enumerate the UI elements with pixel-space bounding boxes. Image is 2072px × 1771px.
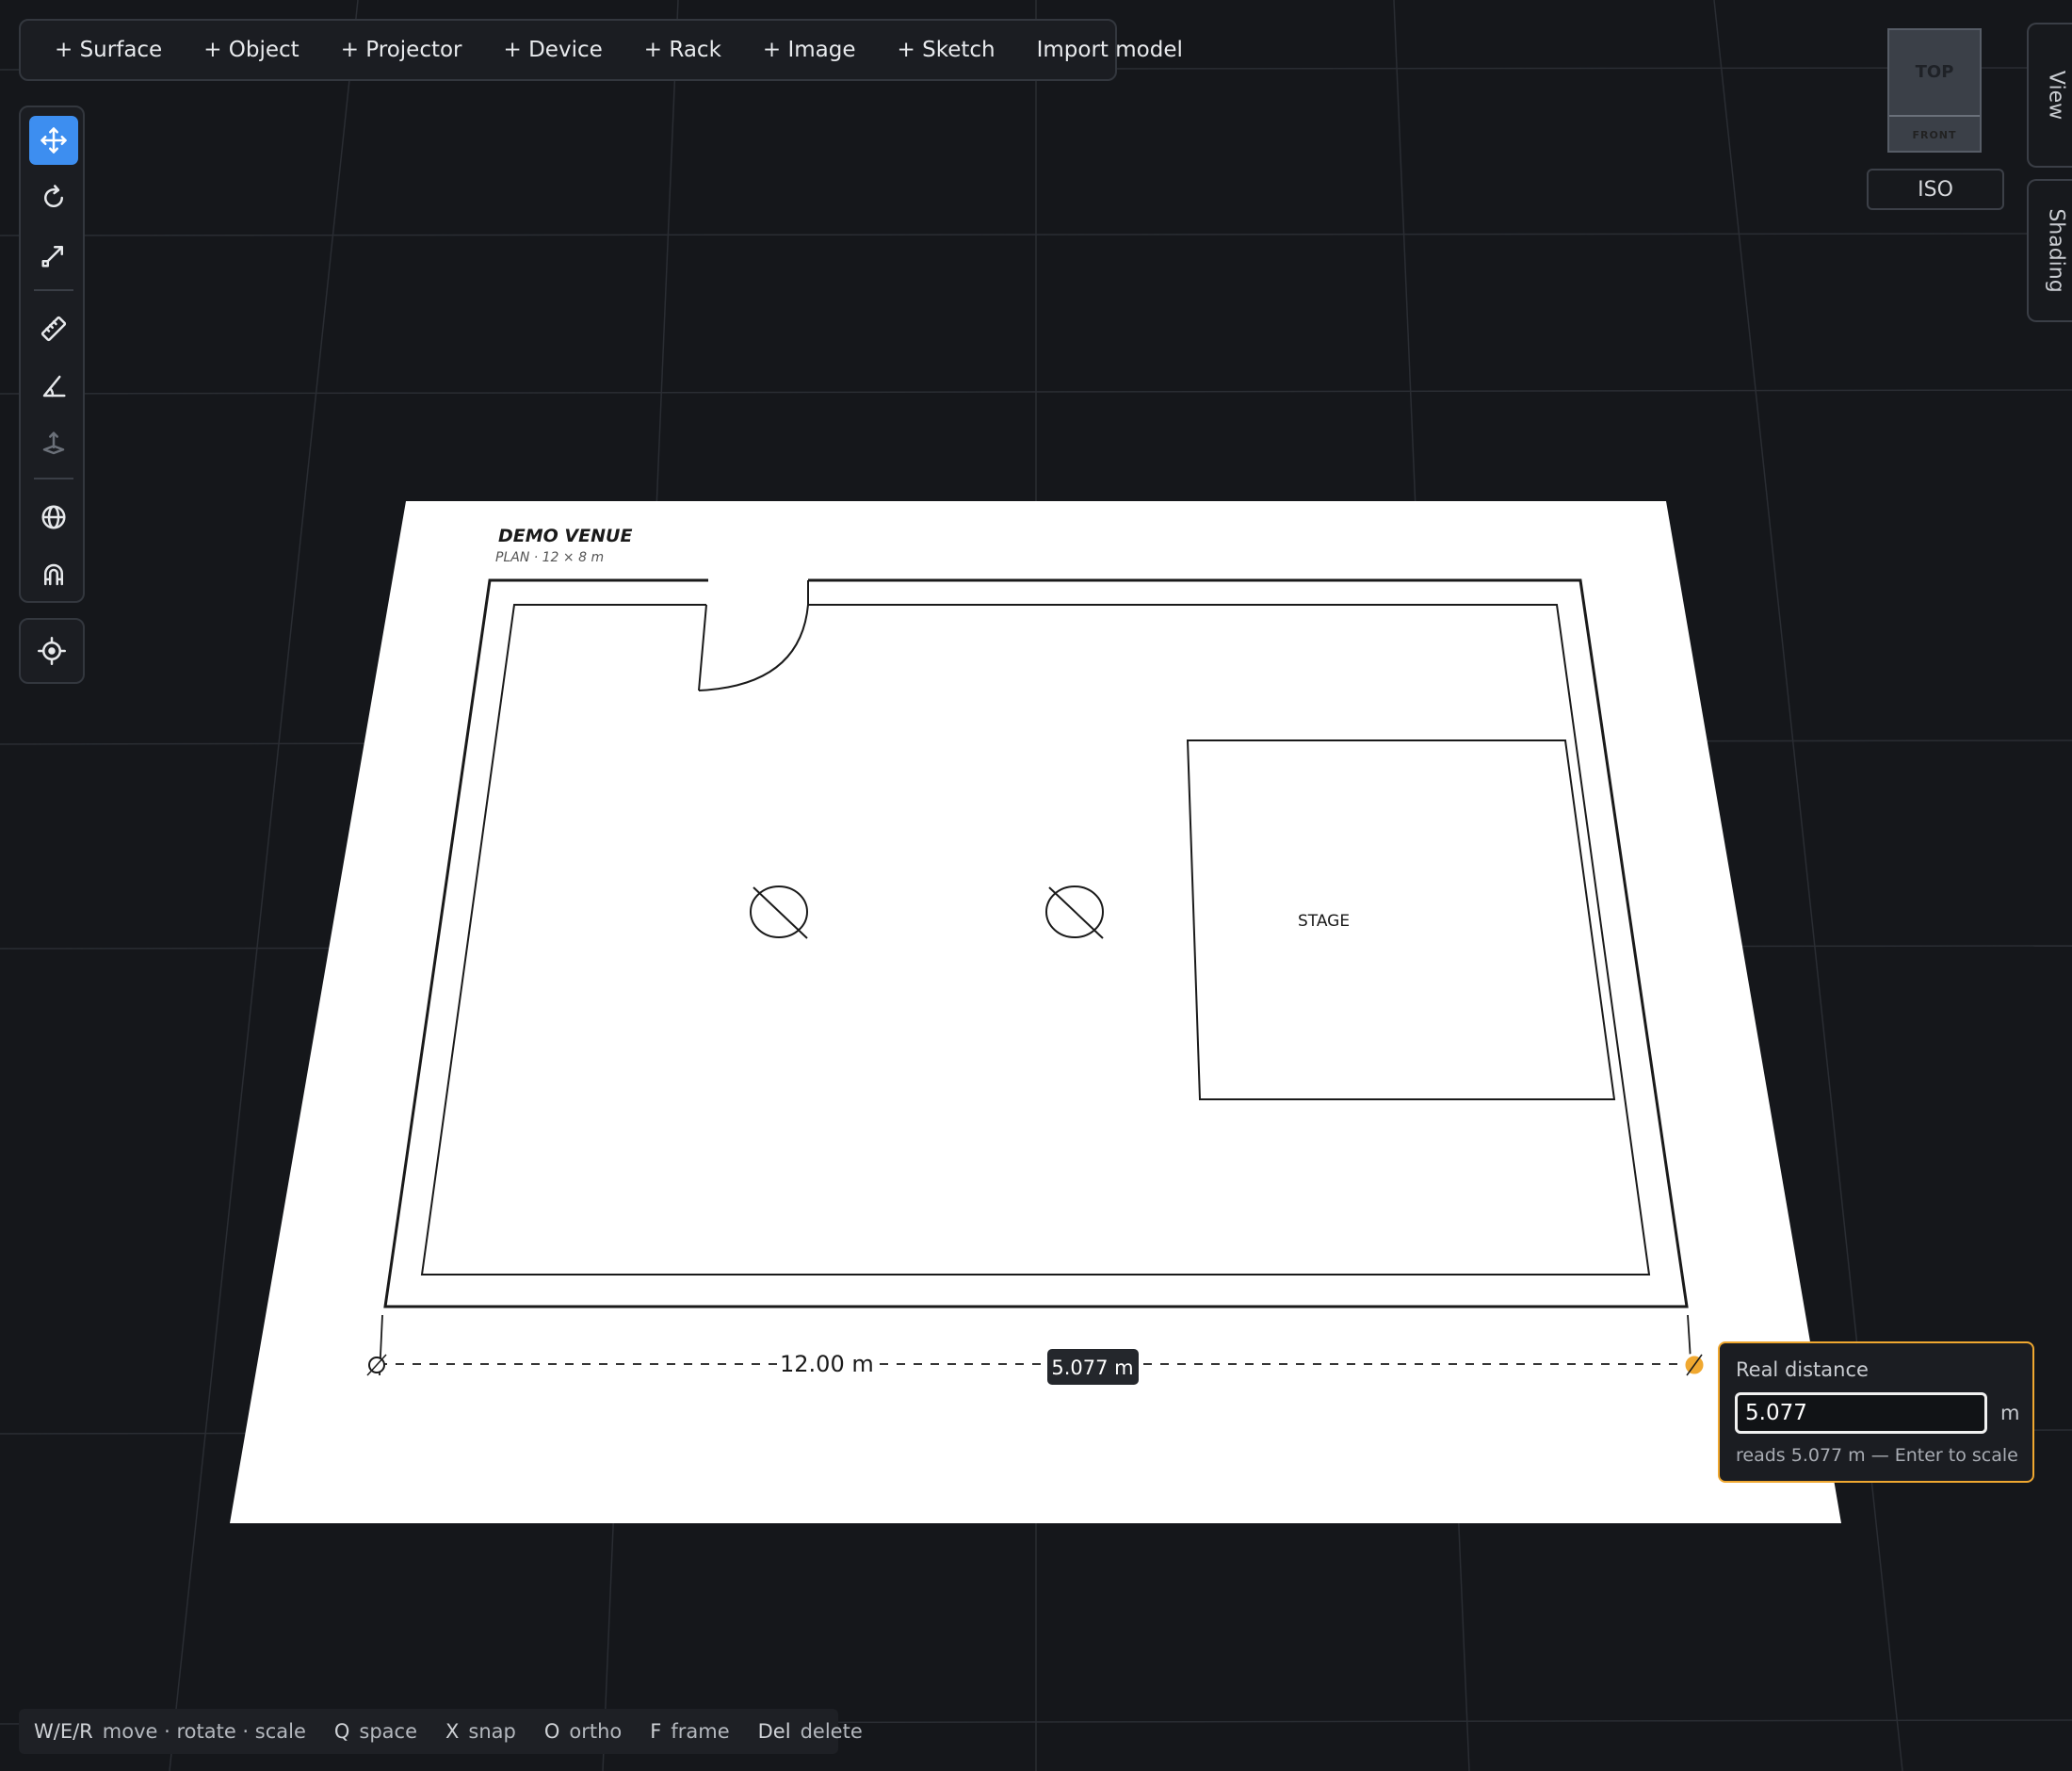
tool-rail	[19, 106, 85, 603]
angle-icon	[42, 375, 66, 398]
view-tab-label: View	[2044, 70, 2068, 121]
add-rack-button[interactable]: + Rack	[623, 28, 742, 72]
view-panel-tab[interactable]: View	[2027, 23, 2072, 168]
magnet-icon	[44, 563, 63, 586]
locate-panel	[19, 618, 85, 684]
add-projector-button[interactable]: + Projector	[320, 28, 483, 72]
scale-icon	[41, 246, 63, 268]
dimension-label: 12.00 m	[780, 1351, 874, 1377]
globe-icon	[41, 505, 66, 529]
frame-selection-button[interactable]	[27, 626, 76, 675]
plan-title: DEMO VENUE	[498, 526, 632, 546]
shortcut-item: Del delete	[757, 1720, 863, 1743]
snap-toggle-button[interactable]	[29, 550, 78, 599]
elevation-icon	[42, 431, 65, 455]
shading-tab-label: Shading	[2044, 208, 2068, 293]
add-object-button[interactable]: + Object	[183, 28, 320, 72]
rotate-tool-button[interactable]	[29, 173, 78, 222]
view-cube-front-face[interactable]: FRONT	[1889, 115, 1980, 153]
viewport[interactable]: DEMO VENUE PLAN · 12 × 8 m STAGE 12.00 m…	[0, 0, 2072, 1771]
real-distance-title: Real distance	[1736, 1358, 1869, 1381]
view-cube-top-face[interactable]: TOP	[1889, 30, 1980, 113]
add-image-button[interactable]: + Image	[742, 28, 877, 72]
iso-view-button[interactable]: ISO	[1867, 169, 2004, 210]
scale-tool-button[interactable]	[29, 231, 78, 280]
import-model-button[interactable]: Import model	[1016, 28, 1204, 72]
shortcut-item: W/E/R move · rotate · scale	[34, 1720, 306, 1743]
move-tool-button[interactable]	[29, 116, 78, 165]
shading-panel-tab[interactable]: Shading	[2027, 179, 2072, 322]
rotate-icon	[44, 185, 63, 207]
add-surface-button[interactable]: + Surface	[34, 28, 183, 72]
real-distance-unit: m	[2000, 1402, 2020, 1424]
shortcut-item: Qspace	[333, 1720, 418, 1743]
angle-tool-button[interactable]	[29, 362, 78, 411]
world-space-button[interactable]	[29, 493, 78, 542]
ruler-icon	[40, 316, 67, 342]
real-distance-hint: reads 5.077 m — Enter to scale	[1736, 1445, 2018, 1466]
shortcut-item: Oortho	[543, 1720, 623, 1743]
move-icon	[40, 127, 67, 154]
plan-subtitle: PLAN · 12 × 8 m	[495, 550, 604, 565]
shortcut-item: Fframe	[650, 1720, 730, 1743]
add-toolbar: + Surface + Object + Projector + Device …	[19, 19, 1183, 81]
view-cube[interactable]: TOP FRONT	[1887, 28, 1982, 153]
shortcut-item: Xsnap	[445, 1720, 516, 1743]
add-device-button[interactable]: + Device	[483, 28, 623, 72]
real-distance-input[interactable]	[1735, 1392, 1987, 1434]
rail-separator	[34, 289, 73, 291]
stage-label: STAGE	[1298, 912, 1350, 931]
measure-end-handle[interactable]	[1682, 1353, 1707, 1377]
rail-separator	[34, 478, 73, 479]
height-tool-button[interactable]	[29, 419, 78, 468]
shortcut-legend: W/E/R move · rotate · scale Qspace Xsnap …	[19, 1709, 863, 1754]
crosshair-icon	[38, 637, 66, 665]
floorplan-sheet[interactable]	[230, 501, 1841, 1523]
measure-tool-button[interactable]	[29, 304, 78, 353]
add-sketch-button[interactable]: + Sketch	[877, 28, 1016, 72]
real-distance-popup: Real distance m reads 5.077 m — Enter to…	[1718, 1341, 2034, 1483]
measure-readout: 5.077 m	[1051, 1357, 1133, 1379]
